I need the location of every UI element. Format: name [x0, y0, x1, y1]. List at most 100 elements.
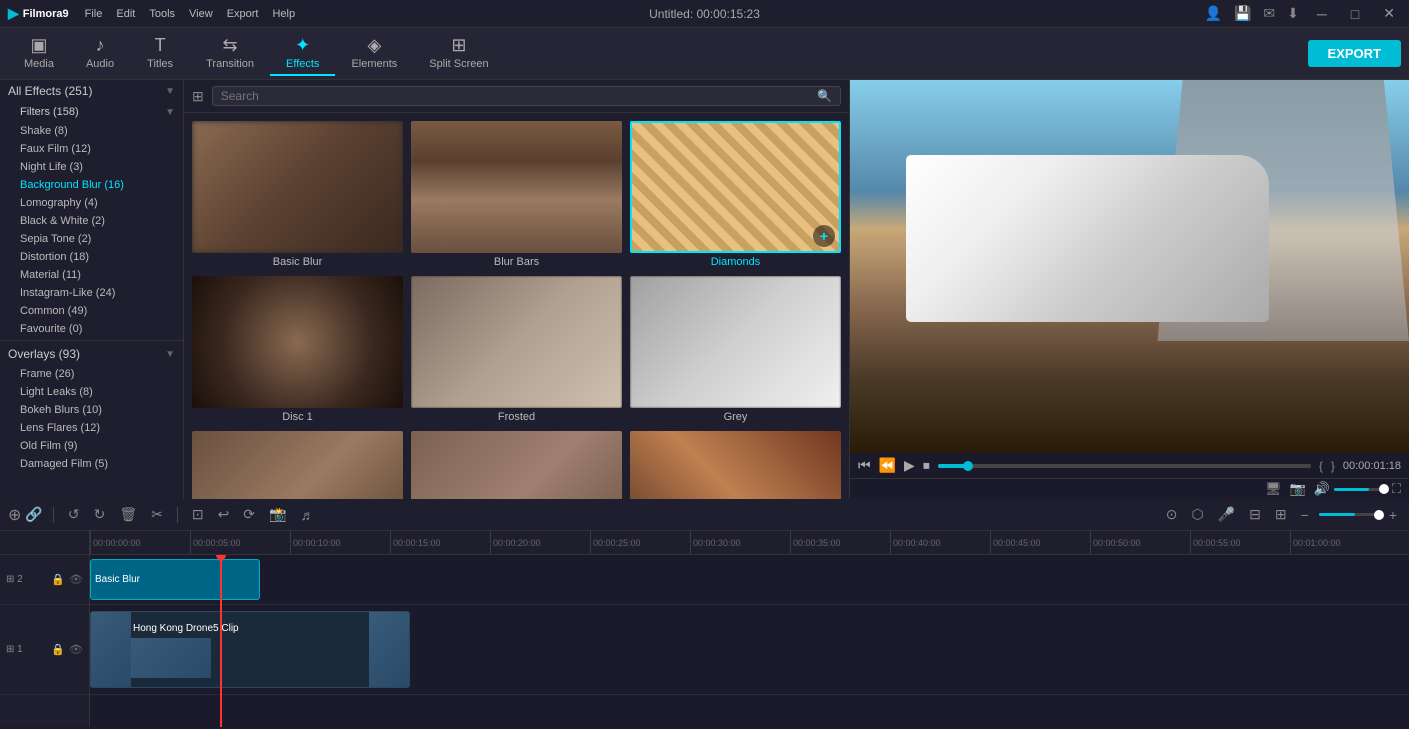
- add-track-icon[interactable]: ⊕: [8, 505, 21, 525]
- play-button[interactable]: ▶: [904, 457, 915, 474]
- sidebar-faux-film[interactable]: Faux Film (12): [0, 140, 183, 158]
- menu-view[interactable]: View: [189, 8, 213, 20]
- effect-blur-bars[interactable]: Blur Bars: [411, 121, 622, 268]
- plus-zoom-icon[interactable]: +: [1385, 505, 1401, 525]
- playhead[interactable]: [220, 555, 222, 727]
- effect-frosted[interactable]: Frosted: [411, 276, 622, 423]
- basic-blur-clip[interactable]: Basic Blur: [90, 559, 260, 600]
- track1-lock-icon[interactable]: 🔒: [51, 643, 65, 656]
- track2-lock-icon[interactable]: 🔒: [51, 573, 65, 586]
- sidebar-common[interactable]: Common (49): [0, 302, 183, 320]
- effect-add-diamonds-btn[interactable]: +: [813, 225, 835, 247]
- voice-icon[interactable]: 🎤: [1214, 504, 1239, 525]
- tool-elements[interactable]: ◈ Elements: [335, 31, 413, 76]
- tool-titles[interactable]: T Titles: [130, 31, 190, 76]
- track-headers: ⊞ 2 🔒 👁 ⊞ 1 🔒 👁: [0, 555, 90, 727]
- sidebar-sepia-tone[interactable]: Sepia Tone (2): [0, 230, 183, 248]
- sidebar-instagram-like[interactable]: Instagram-Like (24): [0, 284, 183, 302]
- clip-thumb3: [369, 612, 409, 687]
- ruler-mark-10: 00:00:50:00: [1090, 531, 1190, 554]
- effect-thumb-basic-blur: [192, 121, 403, 253]
- step-back-button[interactable]: ⏪: [879, 457, 896, 474]
- effect-label-frosted: Frosted: [411, 411, 622, 423]
- effect-grey[interactable]: Grey: [630, 276, 841, 423]
- save-icon[interactable]: 💾: [1234, 5, 1251, 22]
- redo-button[interactable]: ↻: [90, 504, 110, 525]
- grid-view-icon[interactable]: ⊞: [192, 88, 204, 105]
- preview-video: [850, 80, 1409, 453]
- menu-export[interactable]: Export: [227, 8, 259, 20]
- sidebar-lens-flares[interactable]: Lens Flares (12): [0, 419, 183, 437]
- camera-icon[interactable]: 📷: [1290, 481, 1306, 497]
- media-icon: ▣: [30, 35, 47, 56]
- menu-file[interactable]: File: [85, 8, 103, 20]
- search-input[interactable]: [221, 89, 813, 103]
- effect-disc1[interactable]: Disc 1: [192, 276, 403, 423]
- stop-button[interactable]: ⏹: [923, 457, 930, 474]
- video-clip[interactable]: Hong Kong Drone5 Clip: [90, 611, 410, 688]
- pip-icon[interactable]: ⊞: [1271, 504, 1291, 525]
- menu-tools[interactable]: Tools: [149, 8, 175, 20]
- menu-edit[interactable]: Edit: [116, 8, 135, 20]
- track2-eye-icon[interactable]: 👁: [69, 573, 83, 586]
- sidebar-material[interactable]: Material (11): [0, 266, 183, 284]
- maximize-button[interactable]: □: [1345, 6, 1365, 22]
- sidebar-damaged-film[interactable]: Damaged Film (5): [0, 455, 183, 473]
- download-icon[interactable]: ⬇: [1287, 5, 1299, 22]
- link-icon[interactable]: 🔗: [25, 506, 42, 523]
- tool-effects[interactable]: ✦ Effects: [270, 31, 335, 76]
- undo-button[interactable]: ↺: [64, 504, 84, 525]
- tool-audio[interactable]: ♪ Audio: [70, 31, 130, 76]
- close-button[interactable]: ✕: [1377, 5, 1401, 22]
- sidebar-distortion[interactable]: Distortion (18): [0, 248, 183, 266]
- monitor-icon[interactable]: 🖥: [1265, 481, 1282, 497]
- sidebar-light-leaks[interactable]: Light Leaks (8): [0, 383, 183, 401]
- all-effects-header[interactable]: All Effects (251) ▼: [0, 80, 183, 102]
- effect-generic1[interactable]: [192, 431, 403, 499]
- multi-track-icon[interactable]: ⊟: [1245, 504, 1265, 525]
- sidebar-shake[interactable]: Shake (8): [0, 122, 183, 140]
- sidebar-black-white[interactable]: Black & White (2): [0, 212, 183, 230]
- volume-icon[interactable]: 🔊: [1314, 481, 1330, 497]
- menu-help[interactable]: Help: [272, 8, 295, 20]
- delete-button[interactable]: 🗑: [115, 504, 141, 525]
- progress-bar[interactable]: [938, 464, 1311, 468]
- mail-icon[interactable]: ✉: [1263, 5, 1275, 22]
- titles-icon: T: [155, 35, 166, 56]
- fullscreen-icon[interactable]: ⛶: [1392, 481, 1401, 497]
- mask-icon[interactable]: ⬡: [1187, 504, 1207, 525]
- speed-button[interactable]: ⟳: [239, 504, 259, 525]
- sidebar-old-film[interactable]: Old Film (9): [0, 437, 183, 455]
- minus-zoom-icon[interactable]: −: [1297, 505, 1313, 525]
- main-toolbar: ▣ Media ♪ Audio T Titles ⇆ Transition ✦ …: [0, 28, 1409, 80]
- zoom-slider[interactable]: [1319, 513, 1379, 516]
- cut-button[interactable]: ✂: [147, 504, 167, 525]
- rotate-button[interactable]: ↩: [214, 504, 234, 525]
- sidebar-background-blur[interactable]: Background Blur (16): [0, 176, 183, 194]
- tool-splitscreen[interactable]: ⊞ Split Screen: [413, 31, 504, 76]
- sidebar-frame[interactable]: Frame (26): [0, 365, 183, 383]
- export-button[interactable]: EXPORT: [1308, 40, 1401, 67]
- sidebar-favourite[interactable]: Favourite (0): [0, 320, 183, 338]
- sidebar-lomography[interactable]: Lomography (4): [0, 194, 183, 212]
- sidebar-night-life[interactable]: Night Life (3): [0, 158, 183, 176]
- sidebar-bokeh-blurs[interactable]: Bokeh Blurs (10): [0, 401, 183, 419]
- volume-slider[interactable]: [1334, 488, 1384, 491]
- track1-eye-icon[interactable]: 👁: [69, 643, 83, 656]
- filters-header[interactable]: Filters (158) ▼: [0, 102, 183, 122]
- snapshot-button[interactable]: 📸: [265, 504, 290, 525]
- minimize-button[interactable]: ─: [1311, 6, 1333, 22]
- effect-generic2[interactable]: +: [411, 431, 622, 499]
- effects-icon: ✦: [295, 35, 310, 56]
- audio-adj-button[interactable]: ♬: [296, 505, 318, 525]
- effect-generic3[interactable]: [630, 431, 841, 499]
- tool-transition[interactable]: ⇆ Transition: [190, 31, 270, 76]
- motion-track-icon[interactable]: ⊙: [1162, 504, 1182, 525]
- tool-media[interactable]: ▣ Media: [8, 31, 70, 76]
- effect-basic-blur[interactable]: Basic Blur: [192, 121, 403, 268]
- overlays-header[interactable]: Overlays (93) ▼: [0, 343, 183, 365]
- user-icon[interactable]: 👤: [1205, 5, 1222, 22]
- effect-diamonds[interactable]: + Diamonds: [630, 121, 841, 268]
- go-start-button[interactable]: ⏮: [858, 457, 871, 474]
- crop-button[interactable]: ⊡: [188, 504, 208, 525]
